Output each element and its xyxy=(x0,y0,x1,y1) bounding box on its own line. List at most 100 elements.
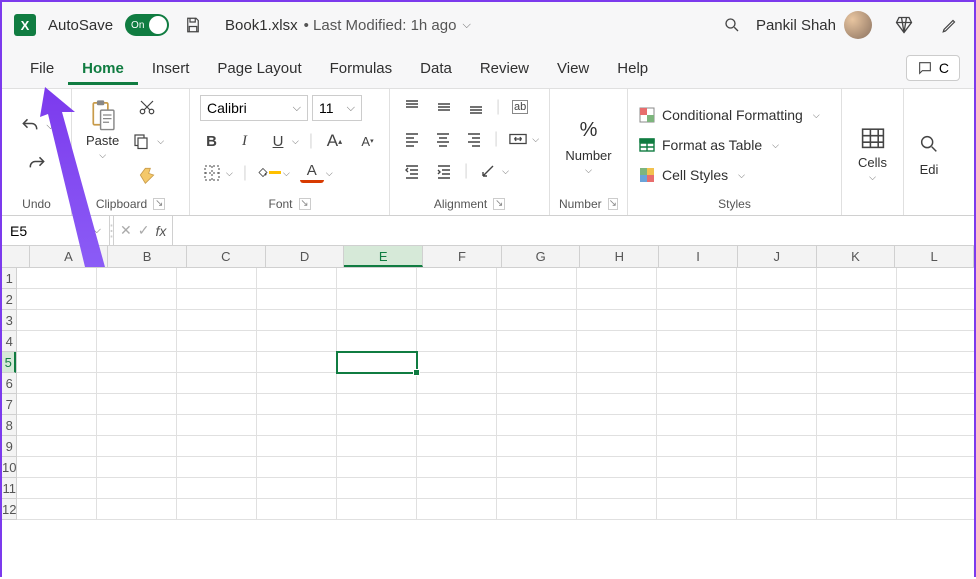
cell[interactable] xyxy=(497,457,577,478)
row-header[interactable]: 8 xyxy=(2,415,16,436)
cell[interactable] xyxy=(497,331,577,352)
row-header[interactable]: 5 xyxy=(2,352,16,373)
font-name-dropdown[interactable]: Calibri⌵ xyxy=(200,95,308,121)
cell[interactable] xyxy=(337,352,417,373)
cell[interactable] xyxy=(257,331,337,352)
autosave-toggle[interactable]: On xyxy=(125,14,169,36)
cell[interactable] xyxy=(97,352,177,373)
cell[interactable] xyxy=(177,499,257,520)
chevron-down-icon[interactable]: ⌵ xyxy=(532,134,539,145)
cell[interactable] xyxy=(897,394,974,415)
column-header[interactable]: D xyxy=(266,246,345,267)
cell[interactable] xyxy=(177,436,257,457)
cell[interactable] xyxy=(417,478,497,499)
cell[interactable] xyxy=(337,394,417,415)
cell[interactable] xyxy=(497,352,577,373)
cell[interactable] xyxy=(17,352,97,373)
cell[interactable] xyxy=(577,310,657,331)
increase-font-button[interactable]: A▴ xyxy=(323,129,346,153)
column-header[interactable]: A xyxy=(30,246,109,267)
cell[interactable] xyxy=(817,478,897,499)
row-header[interactable]: 6 xyxy=(2,373,16,394)
cell[interactable] xyxy=(337,478,417,499)
column-header[interactable]: K xyxy=(817,246,896,267)
tab-insert[interactable]: Insert xyxy=(138,52,204,85)
cell[interactable] xyxy=(737,373,817,394)
dialog-launcher-icon[interactable]: ↘ xyxy=(493,198,505,210)
cell[interactable] xyxy=(737,394,817,415)
chevron-down-icon[interactable]: ⌵ xyxy=(157,136,164,147)
copy-button[interactable] xyxy=(129,129,153,153)
editing-button[interactable]: Edi xyxy=(909,124,949,181)
dialog-launcher-icon[interactable]: ↘ xyxy=(299,198,311,210)
cell[interactable] xyxy=(97,436,177,457)
cells-button[interactable]: Cells ⌵ xyxy=(853,117,893,187)
column-header[interactable]: F xyxy=(423,246,502,267)
row-header[interactable]: 4 xyxy=(2,331,16,352)
cell[interactable] xyxy=(337,373,417,394)
cell[interactable] xyxy=(817,352,897,373)
cell[interactable] xyxy=(177,457,257,478)
decrease-indent-button[interactable] xyxy=(400,159,424,183)
cell[interactable] xyxy=(497,268,577,289)
cell[interactable] xyxy=(257,394,337,415)
fx-button[interactable]: fx xyxy=(155,223,166,239)
cell[interactable] xyxy=(737,289,817,310)
cell[interactable] xyxy=(97,289,177,310)
cell[interactable] xyxy=(577,499,657,520)
cell[interactable] xyxy=(497,499,577,520)
cell[interactable] xyxy=(177,373,257,394)
cell[interactable] xyxy=(497,478,577,499)
cell[interactable] xyxy=(817,499,897,520)
cell[interactable] xyxy=(657,268,737,289)
cell[interactable] xyxy=(337,415,417,436)
cell[interactable] xyxy=(177,289,257,310)
cell[interactable] xyxy=(97,394,177,415)
cell[interactable] xyxy=(97,499,177,520)
cell[interactable] xyxy=(897,478,974,499)
row-header[interactable]: 12 xyxy=(2,499,16,520)
name-box[interactable]: E5 ⌵ xyxy=(2,216,110,245)
column-header[interactable]: I xyxy=(659,246,738,267)
cell[interactable] xyxy=(897,436,974,457)
cell[interactable] xyxy=(897,331,974,352)
comments-button[interactable]: C xyxy=(906,55,960,81)
cell-styles-button[interactable]: Cell Styles⌵ xyxy=(638,163,831,187)
cell[interactable] xyxy=(257,457,337,478)
cell[interactable] xyxy=(17,268,97,289)
tab-page-layout[interactable]: Page Layout xyxy=(203,52,315,85)
cell[interactable] xyxy=(17,373,97,394)
chevron-down-icon[interactable]: ⌵ xyxy=(46,120,54,133)
cell[interactable] xyxy=(497,436,577,457)
cell[interactable] xyxy=(577,268,657,289)
cell[interactable] xyxy=(897,289,974,310)
cell[interactable] xyxy=(817,268,897,289)
underline-button[interactable]: U xyxy=(266,129,290,153)
align-left-button[interactable] xyxy=(400,127,423,151)
row-header[interactable]: 1 xyxy=(2,268,16,289)
tab-file[interactable]: File xyxy=(16,52,68,85)
row-header[interactable]: 9 xyxy=(2,436,16,457)
cell[interactable] xyxy=(257,436,337,457)
row-header[interactable]: 11 xyxy=(2,478,16,499)
cell[interactable] xyxy=(417,352,497,373)
cell[interactable] xyxy=(97,457,177,478)
diamond-icon[interactable] xyxy=(892,13,916,37)
cell[interactable] xyxy=(337,310,417,331)
align-center-button[interactable] xyxy=(431,127,454,151)
cell[interactable] xyxy=(657,436,737,457)
chevron-down-icon[interactable]: ⌵ xyxy=(226,168,233,179)
align-right-button[interactable] xyxy=(463,127,486,151)
column-header[interactable]: C xyxy=(187,246,266,267)
cell[interactable] xyxy=(417,373,497,394)
cell[interactable] xyxy=(417,394,497,415)
fill-color-button[interactable] xyxy=(257,161,281,185)
cell[interactable] xyxy=(657,352,737,373)
column-header[interactable]: L xyxy=(895,246,974,267)
cell[interactable] xyxy=(497,394,577,415)
cell[interactable] xyxy=(417,289,497,310)
dialog-launcher-icon[interactable]: ↘ xyxy=(153,198,165,210)
select-all-corner[interactable] xyxy=(2,246,30,267)
cell[interactable] xyxy=(97,415,177,436)
cell[interactable] xyxy=(657,373,737,394)
